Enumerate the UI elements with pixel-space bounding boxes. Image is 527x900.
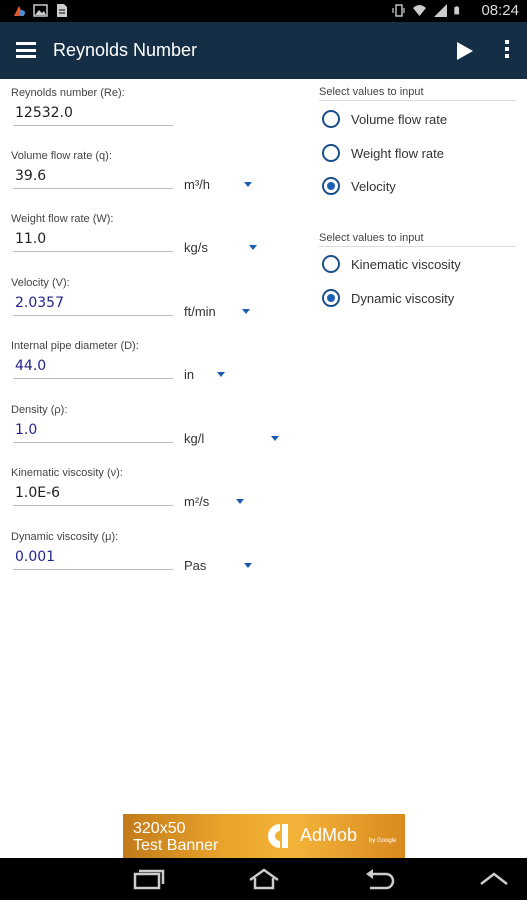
field-volume-flow-rate: Volume flow rate (q): m³/h [11,150,291,192]
ad-banner[interactable]: 320x50 Test Banner AdMob by Google [123,814,405,858]
chevron-down-icon[interactable] [242,309,250,314]
ad-banner-text: Test Banner [133,837,219,854]
field-label: Kinematic viscosity (ν): [11,467,123,479]
field-label: Internal pipe diameter (D): [11,340,139,352]
kinematic-viscosity-input[interactable] [13,481,173,506]
radio-label: Dynamic viscosity [351,290,455,306]
field-label: Weight flow rate (W): [11,213,114,225]
field-dynamic-viscosity: Dynamic viscosity (μ): Pas [11,531,291,573]
velocity-unit-select[interactable]: ft/min [184,304,216,319]
run-icon[interactable] [456,41,474,61]
dynamic-viscosity-input[interactable] [13,545,173,570]
radio-volume-flow-rate[interactable]: Volume flow rate [322,108,447,130]
weight-flow-unit-select[interactable]: kg/s [184,240,208,255]
battery-icon [454,6,460,15]
field-kinematic-viscosity: Kinematic viscosity (ν): m²/s [11,467,291,509]
field-weight-flow-rate: Weight flow rate (W): kg/s [11,213,291,255]
wifi-icon [413,5,426,16]
radio-button[interactable] [322,177,340,195]
field-velocity: Velocity (V): ft/min [11,277,291,319]
radio-label: Weight flow rate [351,145,444,161]
kinematic-viscosity-unit-select[interactable]: m²/s [184,494,209,509]
velocity-input[interactable] [13,291,173,316]
chevron-down-icon[interactable] [217,372,225,377]
weight-flow-rate-input[interactable] [13,227,173,252]
home-icon[interactable] [247,868,281,890]
radio-weight-flow-rate[interactable]: Weight flow rate [322,142,444,164]
radio-label: Volume flow rate [351,111,448,127]
collapse-icon[interactable] [477,868,511,890]
radio-group-title: Select values to input [319,86,516,101]
page-title: Reynolds Number [53,40,198,60]
dynamic-viscosity-unit-select[interactable]: Pas [184,558,206,573]
vibrate-icon [392,4,405,17]
chevron-down-icon[interactable] [271,436,279,441]
recent-apps-icon[interactable] [132,868,166,890]
chevron-down-icon[interactable] [236,499,244,504]
field-density: Density (ρ): kg/l [11,404,291,446]
menu-icon[interactable] [16,42,36,58]
ad-brand-sub: by Google [369,838,397,844]
radio-button[interactable] [322,255,340,273]
signal-icon [434,4,447,17]
status-clock: 08:24 [481,2,519,19]
radio-group-title: Select values to input [319,232,516,247]
document-icon [57,4,67,17]
ad-size-text: 320x50 [133,820,186,837]
pipe-diameter-input[interactable] [13,354,173,379]
pipe-diameter-unit-select[interactable]: in [184,367,194,382]
chevron-down-icon[interactable] [249,245,257,250]
field-label: Velocity (V): [11,277,70,289]
image-icon [33,4,48,17]
status-bar: 08:24 [0,0,527,22]
admob-logo-icon [268,824,288,848]
density-input[interactable] [13,418,173,443]
ad-text: 320x50 Test Banner [133,820,218,854]
nav-bar [0,858,527,900]
volume-flow-unit-select[interactable]: m³/h [184,177,210,192]
field-label: Density (ρ): [11,404,68,416]
field-label: Reynolds number (Re): [11,87,125,99]
notification-icon [14,6,25,16]
field-reynolds-number: Reynolds number (Re): [11,87,291,126]
chevron-down-icon[interactable] [244,563,252,568]
radio-button[interactable] [322,110,340,128]
overflow-icon[interactable] [503,40,511,62]
radio-button[interactable] [322,289,340,307]
density-unit-select[interactable]: kg/l [184,431,204,446]
back-icon[interactable] [362,868,396,890]
field-label: Dynamic viscosity (μ): [11,531,119,543]
radio-label: Kinematic viscosity [351,256,461,272]
chevron-down-icon[interactable] [244,182,252,187]
field-pipe-diameter: Internal pipe diameter (D): in [11,340,291,382]
radio-velocity[interactable]: Velocity [322,175,396,197]
radio-dynamic-viscosity[interactable]: Dynamic viscosity [322,287,454,309]
field-label: Volume flow rate (q): [11,150,112,162]
radio-label: Velocity [351,178,396,194]
ad-brand: AdMob [300,825,358,845]
volume-flow-rate-input[interactable] [13,164,173,189]
action-bar: Reynolds Number [0,22,527,79]
radio-button[interactable] [322,144,340,162]
reynolds-number-input[interactable] [13,101,173,126]
radio-kinematic-viscosity[interactable]: Kinematic viscosity [322,253,461,275]
